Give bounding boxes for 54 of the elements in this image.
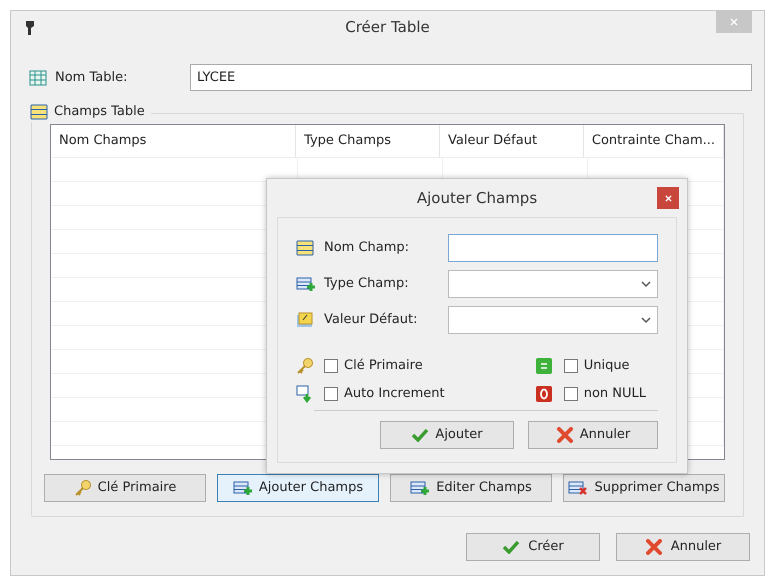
key-icon <box>296 357 314 375</box>
checkmark-icon <box>411 428 430 442</box>
close-button[interactable] <box>657 187 679 209</box>
cancel-icon <box>556 427 574 443</box>
add-button[interactable]: Ajouter <box>380 421 514 449</box>
dialog-title: Ajouter Champs <box>416 188 538 209</box>
checkbox-label: Unique <box>584 357 630 376</box>
checkbox[interactable] <box>564 387 578 401</box>
checkbox-label: non NULL <box>584 385 646 404</box>
name-input-field[interactable] <box>448 234 658 262</box>
column-header[interactable]: Contrainte Cham... <box>584 125 724 157</box>
note-icon <box>296 312 314 328</box>
dropdown-field[interactable] <box>448 270 658 298</box>
close-icon <box>664 194 672 202</box>
cancel-button[interactable]: Annuler <box>528 421 658 449</box>
counter-icon <box>296 385 314 403</box>
app-icon <box>25 20 35 36</box>
checkbox[interactable] <box>324 387 338 401</box>
column-header[interactable]: Nom Champs <box>51 125 296 157</box>
table-name-field[interactable]: LYCEE <box>190 64 752 91</box>
create-button[interactable]: Créer <box>466 533 600 561</box>
checkbox[interactable] <box>324 359 338 373</box>
field-label: Type Champ: <box>324 275 410 294</box>
not-null-icon <box>536 386 552 402</box>
column-header[interactable]: Type Champs <box>296 125 440 157</box>
table-edit-icon <box>410 480 430 496</box>
checkbox[interactable] <box>564 359 578 373</box>
checkmark-icon <box>502 540 520 554</box>
dropdown-field[interactable] <box>448 306 658 334</box>
table-add-icon <box>296 276 316 292</box>
field-label: Nom Champ: <box>324 239 410 258</box>
cancel-button[interactable]: Annuler <box>616 533 750 561</box>
unique-icon <box>536 358 552 374</box>
checkbox-label: Auto Increment <box>344 385 445 404</box>
toolbar-button[interactable]: Ajouter Champs <box>217 474 379 502</box>
cancel-icon <box>644 539 663 555</box>
chevron-down-icon <box>641 316 651 324</box>
field-label: Valeur Défaut: <box>324 311 418 330</box>
toolbar-button[interactable]: Supprimer Champs <box>563 474 725 502</box>
table-icon <box>29 70 47 86</box>
close-icon <box>730 18 738 26</box>
checkbox-label: Clé Primaire <box>344 357 423 376</box>
field-label: Nom Table: <box>55 68 128 87</box>
toolbar-button[interactable]: Clé Primaire <box>44 474 206 502</box>
column-header[interactable]: Valeur Défaut <box>440 125 584 157</box>
toolbar-button[interactable]: Editer Champs <box>390 474 552 502</box>
group-title: Champs Table <box>54 103 145 121</box>
list-icon <box>30 104 48 120</box>
key-icon <box>74 479 92 497</box>
window-title: Créer Table <box>344 17 431 38</box>
table-add-icon <box>232 480 253 496</box>
list-icon <box>296 240 314 256</box>
table-remove-icon <box>568 480 588 496</box>
chevron-down-icon <box>641 280 651 288</box>
